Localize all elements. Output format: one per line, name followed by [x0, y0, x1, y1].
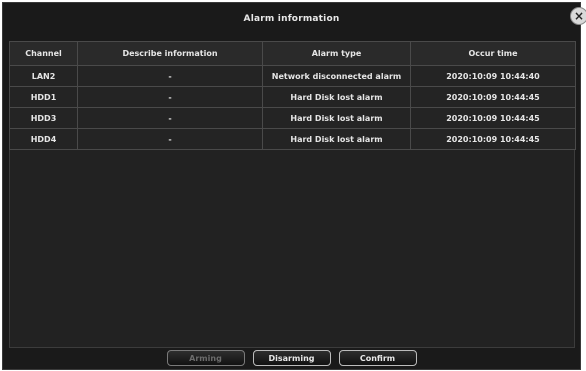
table-row[interactable]: LAN2 - Network disconnected alarm 2020:1… — [9, 65, 576, 87]
cell-occur-time: 2020:10:09 10:44:45 — [410, 107, 576, 129]
dialog-frame: Alarm information × Channel Describe inf… — [2, 2, 586, 370]
cell-occur-time: 2020:10:09 10:44:45 — [410, 128, 576, 150]
table-header-row: Channel Describe information Alarm type … — [9, 41, 576, 66]
cell-alarm-type: Hard Disk lost alarm — [262, 86, 411, 108]
cell-alarm-type: Hard Disk lost alarm — [262, 128, 411, 150]
cell-describe: - — [77, 128, 263, 150]
close-icon[interactable]: × — [570, 7, 586, 25]
button-bar: Arming Disarming Confirm — [3, 347, 580, 369]
header-alarm-type[interactable]: Alarm type — [262, 41, 411, 66]
table-row[interactable]: HDD1 - Hard Disk lost alarm 2020:10:09 1… — [9, 86, 576, 108]
cell-channel: HDD3 — [9, 107, 78, 129]
arming-button[interactable]: Arming — [166, 350, 245, 366]
cell-occur-time: 2020:10:09 10:44:40 — [410, 65, 576, 87]
cell-channel: LAN2 — [9, 65, 78, 87]
header-channel[interactable]: Channel — [9, 41, 78, 66]
cell-channel: HDD4 — [9, 128, 78, 150]
cell-describe: - — [77, 65, 263, 87]
cell-occur-time: 2020:10:09 10:44:45 — [410, 86, 576, 108]
cell-alarm-type: Hard Disk lost alarm — [262, 107, 411, 129]
cell-channel: HDD1 — [9, 86, 78, 108]
cell-describe: - — [77, 107, 263, 129]
cell-describe: - — [77, 86, 263, 108]
alarm-window: Alarm information × Channel Describe inf… — [0, 0, 586, 371]
table-row[interactable]: HDD4 - Hard Disk lost alarm 2020:10:09 1… — [9, 128, 576, 150]
header-occur-time[interactable]: Occur time — [410, 41, 576, 66]
table-row[interactable]: HDD3 - Hard Disk lost alarm 2020:10:09 1… — [9, 107, 576, 129]
header-describe-information[interactable]: Describe information — [77, 41, 263, 66]
dialog-title: Alarm information — [243, 14, 340, 24]
cell-alarm-type: Network disconnected alarm — [262, 65, 411, 87]
alarm-list-panel: Channel Describe information Alarm type … — [9, 41, 576, 348]
confirm-button[interactable]: Confirm — [338, 350, 417, 366]
alarm-table: Channel Describe information Alarm type … — [9, 41, 576, 150]
disarming-button[interactable]: Disarming — [252, 350, 331, 366]
title-bar: Alarm information — [3, 3, 580, 35]
